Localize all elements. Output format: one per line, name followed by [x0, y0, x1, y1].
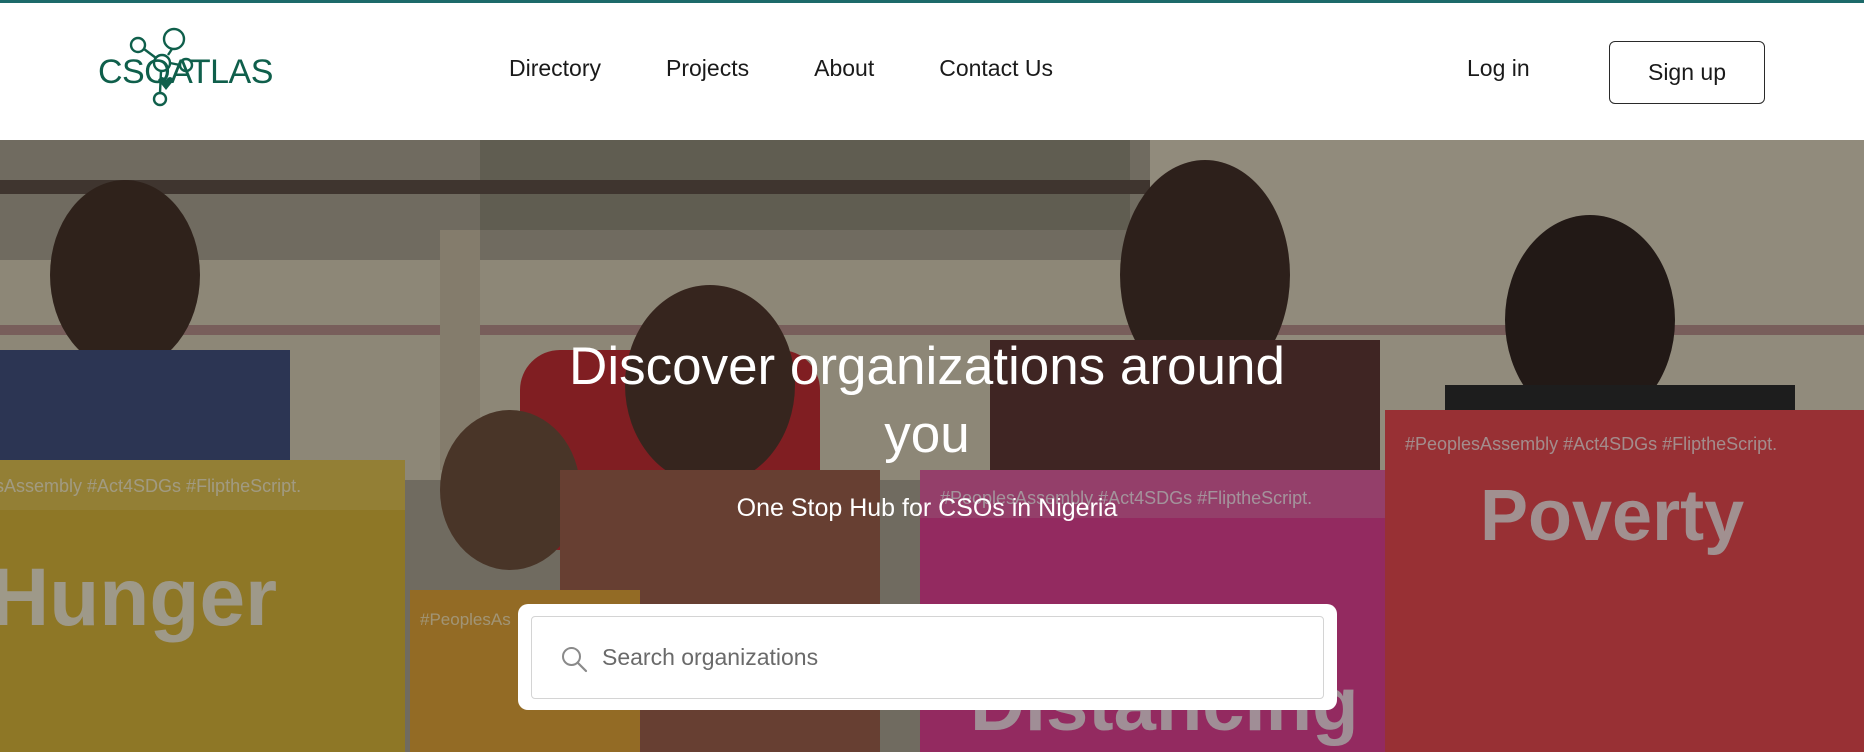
login-link[interactable]: Log in [1467, 55, 1530, 82]
signup-button[interactable]: Sign up [1609, 41, 1765, 104]
site-header: CSOATLAS Directory Projects About Contac… [0, 3, 1864, 140]
search-field[interactable] [531, 616, 1324, 699]
search-icon [562, 647, 588, 673]
nav-projects[interactable]: Projects [666, 55, 749, 82]
site-logo[interactable]: CSOATLAS [98, 25, 273, 109]
nav-contact-us[interactable]: Contact Us [939, 55, 1053, 82]
nav-directory[interactable]: Directory [509, 55, 601, 82]
logo-wordmark: CSOATLAS [98, 53, 273, 91]
main-navigation: Directory Projects About Contact Us [509, 55, 1118, 82]
hero-section: sAssembly #Act4SDGs #FliptheScript. Hung… [0, 140, 1864, 752]
nav-about[interactable]: About [814, 55, 874, 82]
search-card [518, 604, 1337, 710]
hero-title: Discover organizations around you [569, 337, 1285, 464]
hero-subtitle: One Stop Hub for CSOs in Nigeria [736, 494, 1118, 522]
search-input[interactable] [602, 617, 1302, 698]
